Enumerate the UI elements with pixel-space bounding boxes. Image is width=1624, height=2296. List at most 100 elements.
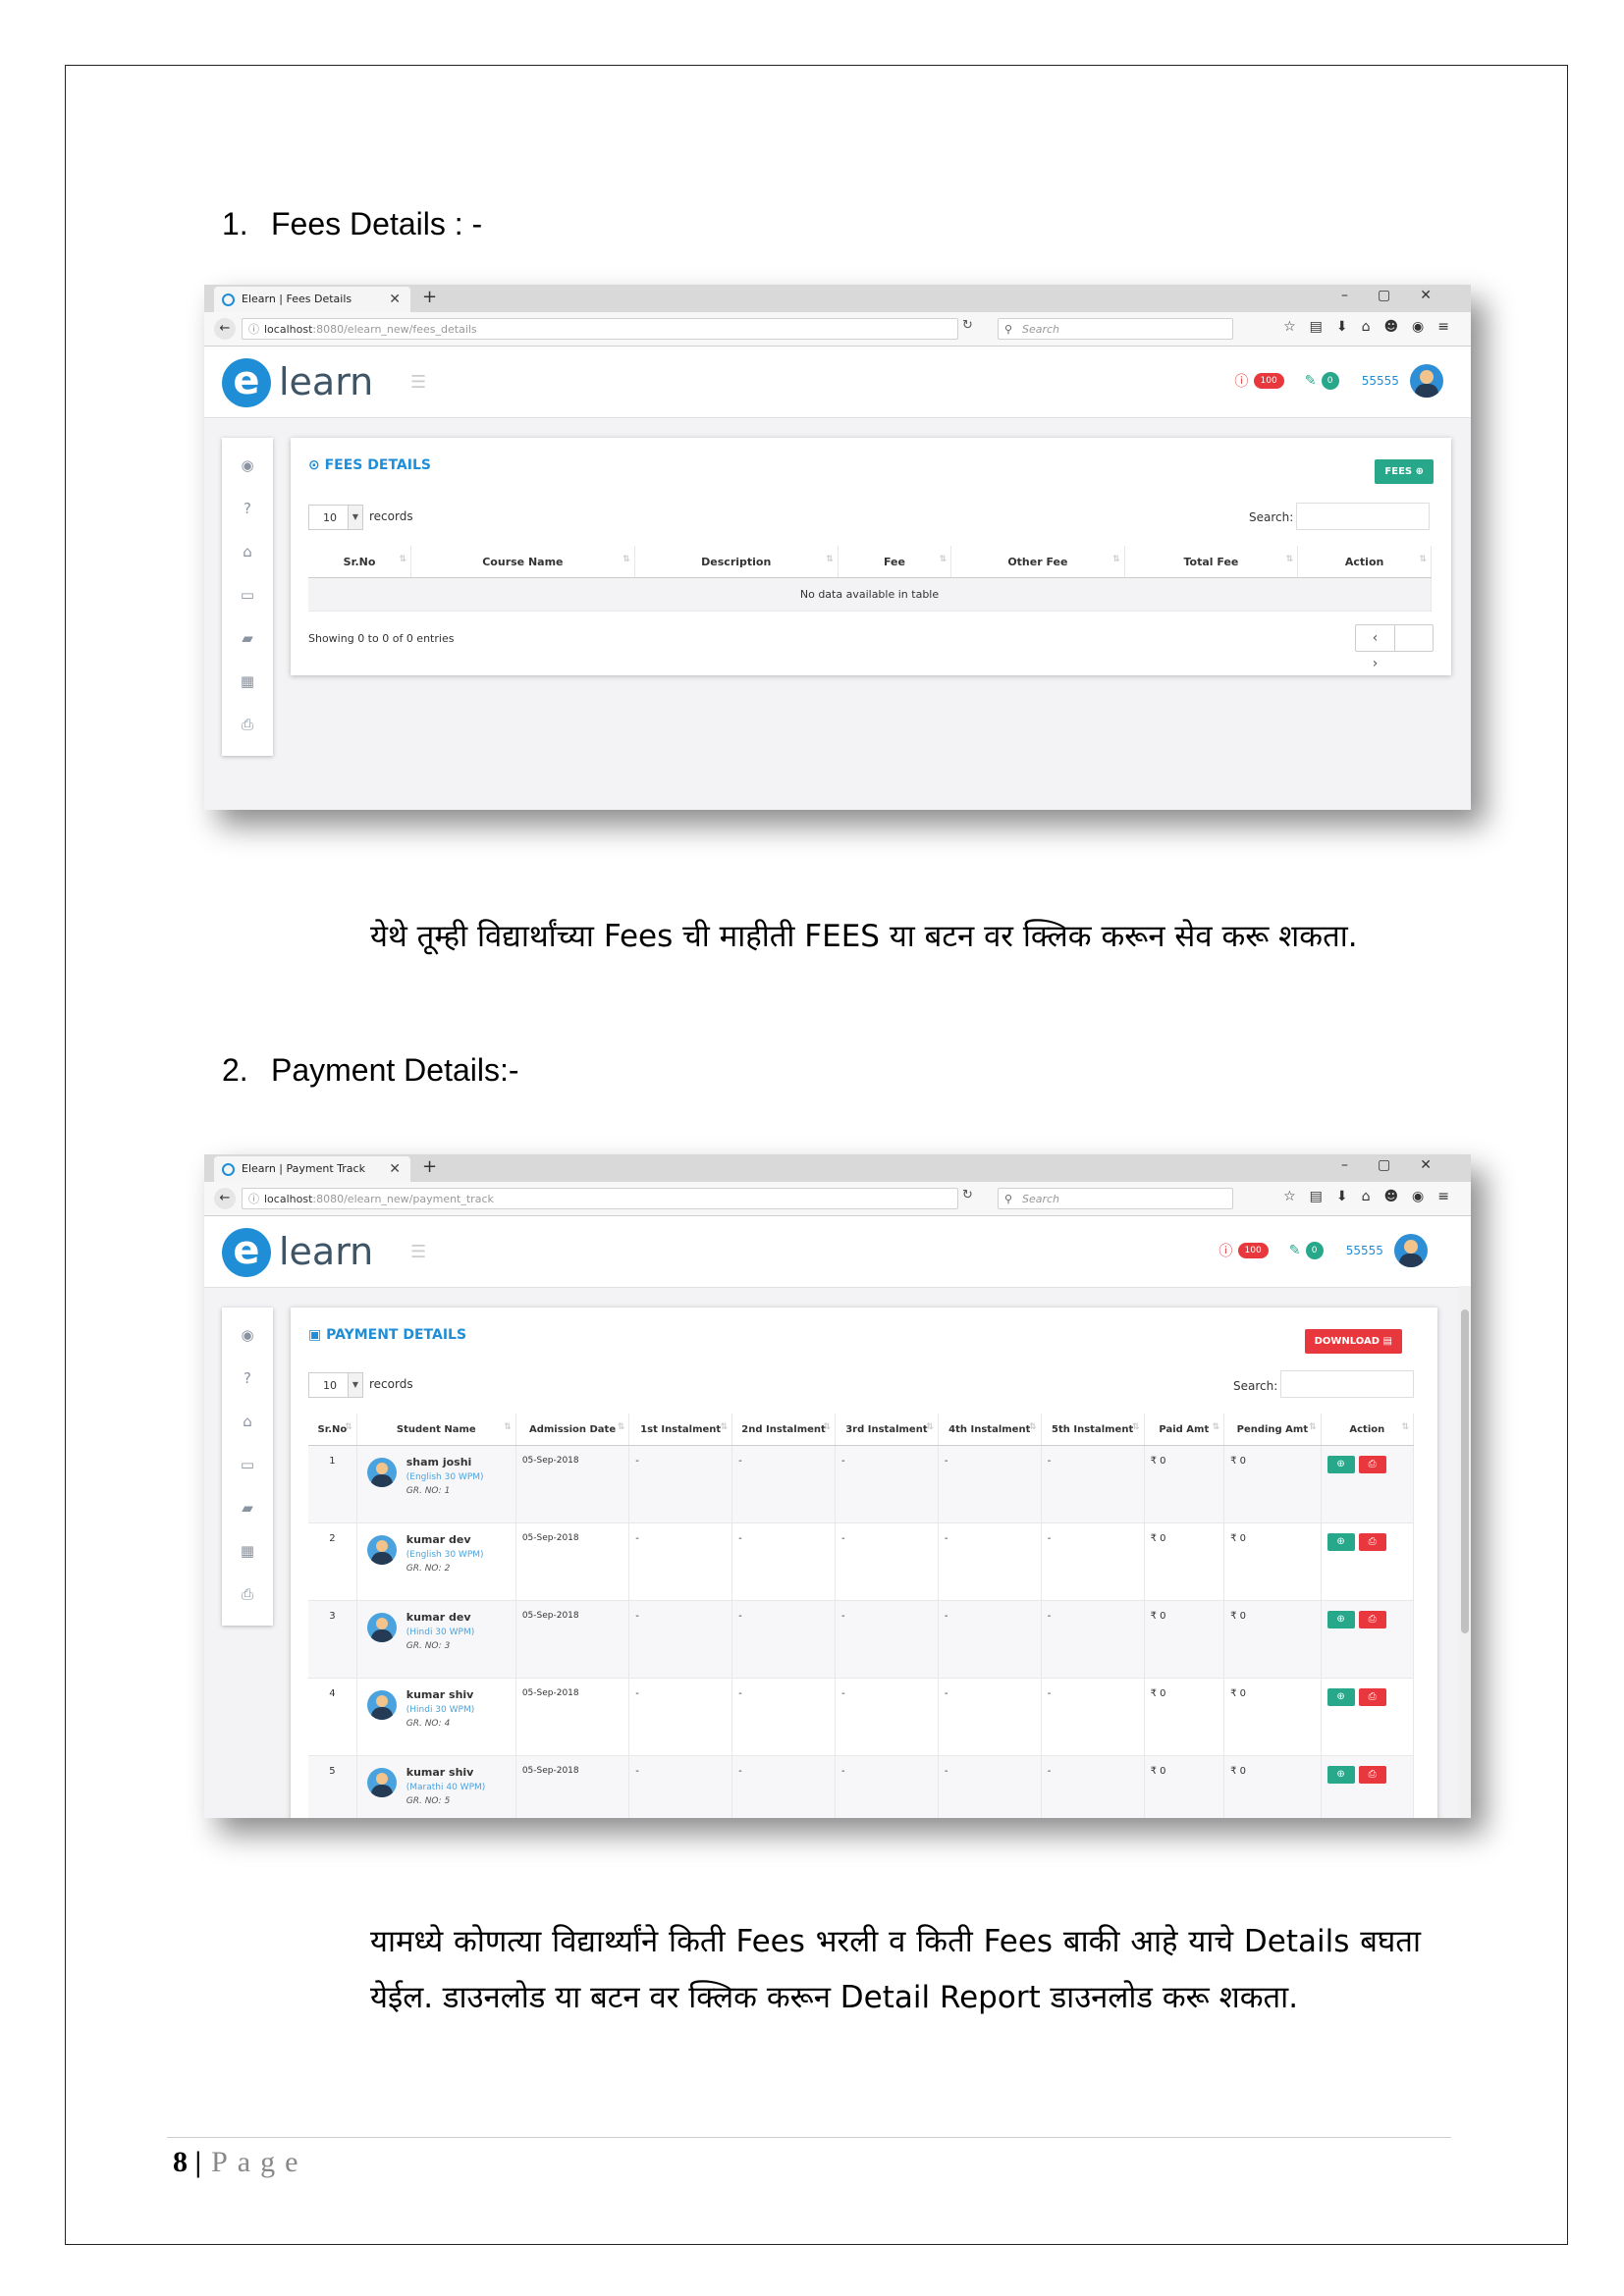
toolbar-icons[interactable]: ☆▤⬇⌂☻◉≡ — [1283, 319, 1463, 335]
keyboard-icon[interactable]: ▦ — [222, 660, 273, 703]
back-arrow-icon[interactable]: ← — [214, 318, 236, 340]
print-receipt-icon[interactable]: ⎙ — [1358, 1611, 1386, 1629]
cell-i3: - — [835, 1445, 939, 1523]
reload-icon[interactable]: ↻ — [962, 1188, 973, 1202]
records-length-select[interactable]: 10 ▼ — [308, 505, 363, 530]
next-page-icon[interactable]: › — [1356, 651, 1394, 676]
bank-icon[interactable]: ⌂ — [222, 1400, 273, 1443]
col-3rd-instalment[interactable]: 3rd Instalment — [835, 1414, 939, 1446]
tab-close-icon[interactable]: ✕ — [389, 287, 401, 312]
book-icon[interactable]: ▰ — [222, 616, 273, 660]
window-controls[interactable]: –▢✕ — [1341, 1157, 1461, 1173]
user-avatar[interactable] — [1410, 364, 1443, 398]
elearn-favicon-icon — [222, 294, 235, 306]
username[interactable]: 55555 — [1346, 1244, 1383, 1257]
scrollbar-thumb[interactable] — [1461, 1309, 1469, 1633]
col-total-fee[interactable]: Total Fee — [1124, 546, 1299, 578]
col-5th-instalment[interactable]: 5th Instalment — [1041, 1414, 1145, 1446]
cell-sr: 3 — [308, 1600, 357, 1679]
app-header: e learn ☰ ⓘ 100 ✎ 0 55555 — [204, 347, 1471, 418]
col-description[interactable]: Description — [634, 546, 839, 578]
bank-icon[interactable]: ⌂ — [222, 530, 273, 573]
col-action[interactable]: Action — [1297, 546, 1432, 578]
toolbar-icons[interactable]: ☆▤⬇⌂☻◉≡ — [1283, 1189, 1463, 1204]
col-action[interactable]: Action — [1321, 1414, 1415, 1446]
cell-paid: ₹ 0 — [1144, 1678, 1225, 1756]
dashboard-icon[interactable]: ◉ — [222, 1313, 273, 1357]
print-receipt-icon[interactable]: ⎙ — [1358, 1456, 1386, 1473]
fees-description: येथे तूम्ही विद्यार्थांच्या Fees ची माही… — [370, 919, 1358, 954]
help-icon[interactable]: ? — [222, 487, 273, 530]
print-receipt-icon[interactable]: ⎙ — [1358, 1688, 1386, 1706]
print-icon[interactable]: ⎙ — [222, 1573, 273, 1616]
col-admission-date[interactable]: Admission Date — [515, 1414, 630, 1446]
window-controls[interactable]: –▢✕ — [1341, 288, 1461, 303]
col-srno[interactable]: Sr.No — [308, 546, 412, 578]
table-search-input[interactable] — [1280, 1370, 1414, 1398]
cell-date: 05-Sep-2018 — [515, 1445, 630, 1523]
dashboard-icon[interactable]: ◉ — [222, 444, 273, 487]
col-pending-amt[interactable]: Pending Amt — [1223, 1414, 1322, 1446]
menu-toggle-icon[interactable]: ☰ — [410, 372, 426, 393]
url-bar[interactable]: ⓘ localhost:8080/elearn_new/payment_trac… — [242, 1188, 958, 1209]
student-name[interactable]: sham joshi — [406, 1456, 510, 1468]
browser-search-input[interactable]: ⚲ Search — [998, 1188, 1233, 1209]
alert-icon[interactable]: ⓘ — [1218, 1244, 1232, 1259]
fees-button[interactable]: FEES ⊕ — [1375, 459, 1434, 484]
student-name[interactable]: kumar dev — [406, 1611, 510, 1624]
cell-i1: - — [628, 1678, 733, 1756]
new-tab-icon[interactable]: + — [422, 287, 437, 307]
browser-tab[interactable]: Elearn | Payment Track ✕ — [214, 1156, 410, 1182]
print-icon[interactable]: ⎙ — [222, 703, 273, 746]
prev-page-icon[interactable]: ‹ — [1356, 625, 1395, 651]
col-4th-instalment[interactable]: 4th Instalment — [938, 1414, 1042, 1446]
back-arrow-icon[interactable]: ← — [214, 1188, 236, 1209]
reload-icon[interactable]: ↻ — [962, 318, 973, 333]
tab-close-icon[interactable]: ✕ — [389, 1156, 401, 1182]
empty-table-message: No data available in table — [308, 577, 1432, 612]
view-details-icon[interactable]: ⊕ — [1326, 1688, 1355, 1706]
pencil-icon[interactable]: ✎ — [1305, 373, 1317, 389]
student-name[interactable]: kumar shiv — [406, 1688, 510, 1701]
cell-action: ⊕ ⎙ — [1321, 1522, 1415, 1601]
student-name[interactable]: kumar shiv — [406, 1766, 510, 1779]
col-other-fee[interactable]: Other Fee — [950, 546, 1125, 578]
col-paid-amt[interactable]: Paid Amt — [1144, 1414, 1225, 1446]
new-tab-icon[interactable]: + — [422, 1156, 437, 1177]
pagination: ‹› — [1355, 624, 1434, 671]
browser-search-input[interactable]: ⚲ Search — [998, 318, 1233, 340]
menu-toggle-icon[interactable]: ☰ — [410, 1242, 426, 1262]
col-srno[interactable]: Sr.No — [308, 1414, 357, 1446]
browser-tab[interactable]: Elearn | Fees Details ✕ — [214, 287, 410, 312]
card-icon[interactable]: ▭ — [222, 1443, 273, 1486]
cell-paid: ₹ 0 — [1144, 1600, 1225, 1679]
download-button[interactable]: DOWNLOAD ▤ — [1304, 1329, 1402, 1354]
card-icon[interactable]: ▭ — [222, 573, 273, 616]
keyboard-icon[interactable]: ▦ — [222, 1529, 273, 1573]
col-fee[interactable]: Fee — [838, 546, 952, 578]
col-student-name[interactable]: Student Name — [356, 1414, 516, 1446]
records-length-select[interactable]: 10 ▼ — [308, 1372, 363, 1398]
pencil-icon[interactable]: ✎ — [1289, 1243, 1301, 1258]
section-2-title: Payment Details:- — [271, 1052, 519, 1088]
username[interactable]: 55555 — [1362, 374, 1399, 388]
alert-icon[interactable]: ⓘ — [1234, 374, 1248, 390]
section-2-heading: 2. Payment Details:- — [222, 1052, 519, 1089]
col-course-name[interactable]: Course Name — [410, 546, 635, 578]
user-avatar[interactable] — [1394, 1234, 1428, 1267]
help-icon[interactable]: ? — [222, 1357, 273, 1400]
view-details-icon[interactable]: ⊕ — [1326, 1766, 1355, 1784]
view-details-icon[interactable]: ⊕ — [1326, 1533, 1355, 1551]
page-scrollbar[interactable] — [1459, 1286, 1471, 1818]
view-details-icon[interactable]: ⊕ — [1326, 1611, 1355, 1629]
print-receipt-icon[interactable]: ⎙ — [1358, 1766, 1386, 1784]
col-1st-instalment[interactable]: 1st Instalment — [628, 1414, 733, 1446]
col-2nd-instalment[interactable]: 2nd Instalment — [731, 1414, 836, 1446]
book-icon[interactable]: ▰ — [222, 1486, 273, 1529]
view-details-icon[interactable]: ⊕ — [1326, 1456, 1355, 1473]
student-name[interactable]: kumar dev — [406, 1533, 510, 1546]
url-bar[interactable]: ⓘ localhost:8080/elearn_new/fees_details — [242, 318, 958, 340]
print-receipt-icon[interactable]: ⎙ — [1358, 1533, 1386, 1551]
table-search-input[interactable] — [1296, 503, 1430, 530]
logo-e-icon: e — [222, 1228, 271, 1277]
